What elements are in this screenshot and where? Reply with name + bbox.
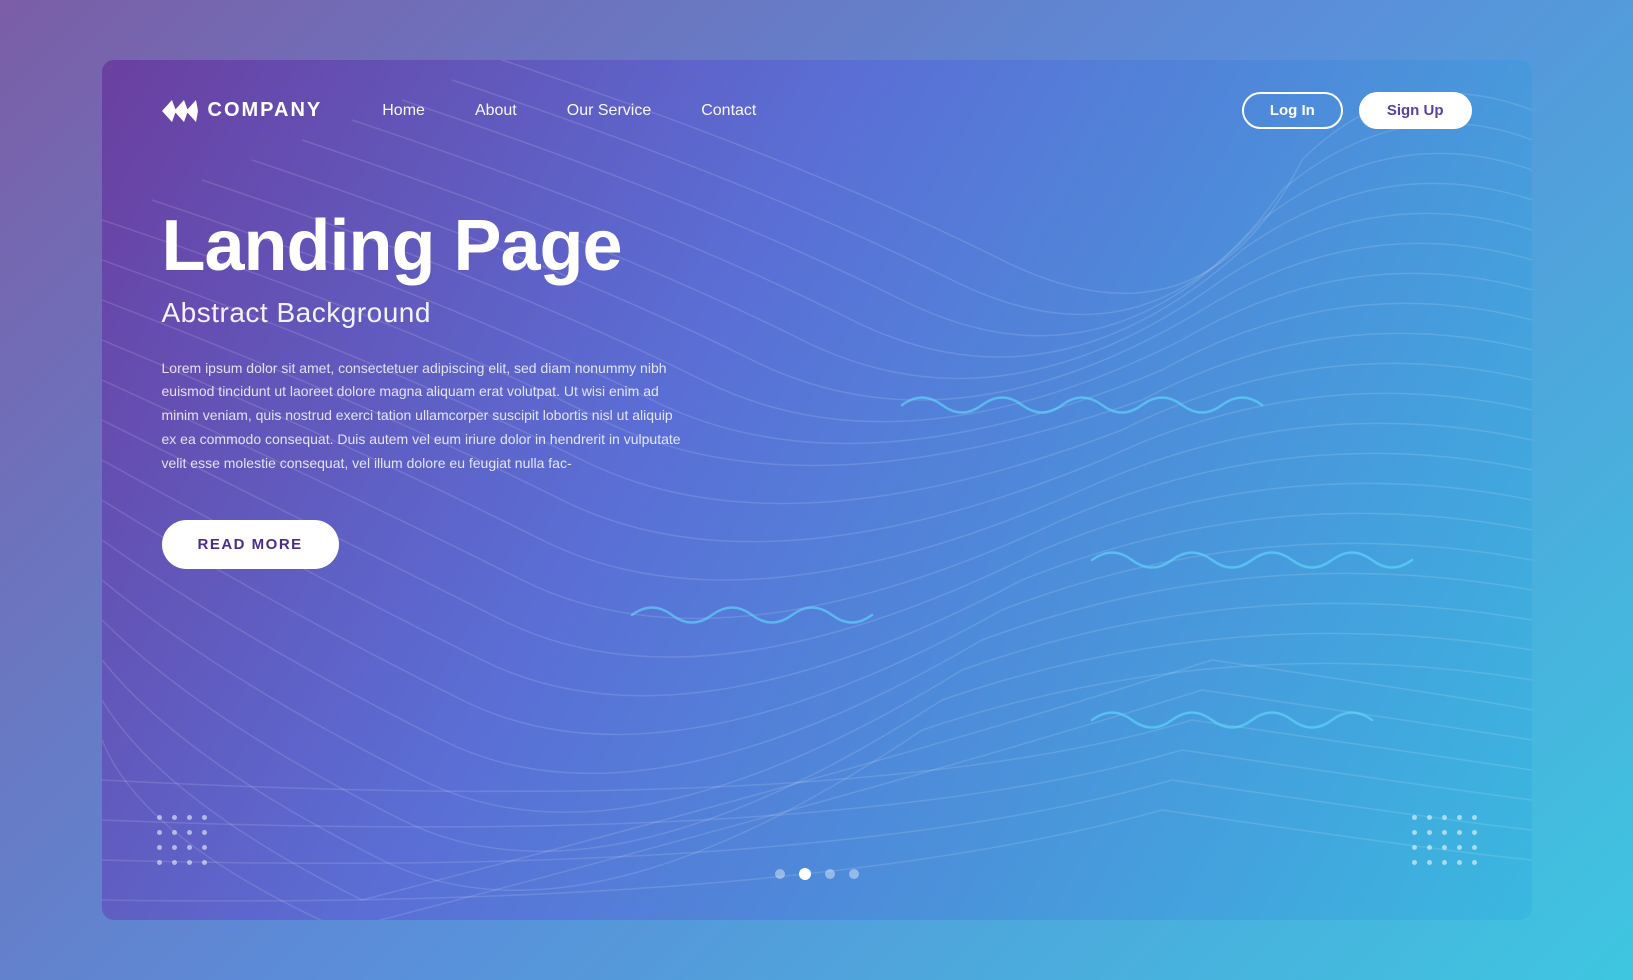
dot: [1472, 830, 1477, 835]
navbar: COMPANY Home About Our Service Contact L…: [102, 60, 1532, 149]
dot: [202, 845, 207, 850]
pagination-dot-4[interactable]: [849, 869, 859, 879]
nav-home[interactable]: Home: [382, 102, 425, 120]
dot: [1427, 860, 1432, 865]
dot: [157, 860, 162, 865]
dot: [172, 860, 177, 865]
dot: [1442, 860, 1447, 865]
dot: [1472, 845, 1477, 850]
dot: [1412, 815, 1417, 820]
read-more-button[interactable]: READ MORE: [162, 520, 339, 569]
signup-button[interactable]: Sign Up: [1359, 92, 1472, 129]
dot: [187, 860, 192, 865]
hero-title: Landing Page: [162, 209, 722, 285]
pagination: [775, 868, 859, 880]
dot: [1442, 845, 1447, 850]
logo-area[interactable]: COMPANY: [162, 98, 323, 124]
nav-links: Home About Our Service Contact: [382, 102, 1242, 120]
dot: [1442, 830, 1447, 835]
logo-icon: [162, 98, 198, 124]
pagination-dot-2[interactable]: [799, 868, 811, 880]
nav-about[interactable]: About: [475, 102, 517, 120]
dot: [1427, 830, 1432, 835]
dot: [1412, 860, 1417, 865]
dot: [1427, 815, 1432, 820]
dot: [187, 830, 192, 835]
dot: [1412, 845, 1417, 850]
dot: [1427, 845, 1432, 850]
dot: [1457, 830, 1462, 835]
nav-contact[interactable]: Contact: [701, 102, 756, 120]
pagination-dot-3[interactable]: [825, 869, 835, 879]
page-wrapper: COMPANY Home About Our Service Contact L…: [102, 60, 1532, 920]
dot: [157, 815, 162, 820]
dot: [1457, 815, 1462, 820]
dot: [1457, 860, 1462, 865]
dot: [1472, 815, 1477, 820]
dot-grid-right: [1412, 815, 1477, 865]
dot: [157, 845, 162, 850]
dot: [187, 815, 192, 820]
login-button[interactable]: Log In: [1242, 92, 1343, 129]
dot: [172, 815, 177, 820]
dot: [1442, 815, 1447, 820]
nav-service[interactable]: Our Service: [567, 102, 651, 120]
hero-subtitle: Abstract Background: [162, 297, 722, 329]
hero-section: Landing Page Abstract Background Lorem i…: [102, 149, 782, 569]
dot: [172, 845, 177, 850]
hero-body-text: Lorem ipsum dolor sit amet, consectetuer…: [162, 357, 682, 476]
logo-text: COMPANY: [208, 99, 323, 122]
dot: [187, 845, 192, 850]
dot-grid-left: [157, 815, 207, 865]
dot: [202, 860, 207, 865]
dot: [1412, 830, 1417, 835]
dot: [172, 830, 177, 835]
dot: [157, 830, 162, 835]
pagination-dot-1[interactable]: [775, 869, 785, 879]
dot: [202, 815, 207, 820]
dot: [202, 830, 207, 835]
dot: [1457, 845, 1462, 850]
dot: [1472, 860, 1477, 865]
nav-actions: Log In Sign Up: [1242, 92, 1472, 129]
